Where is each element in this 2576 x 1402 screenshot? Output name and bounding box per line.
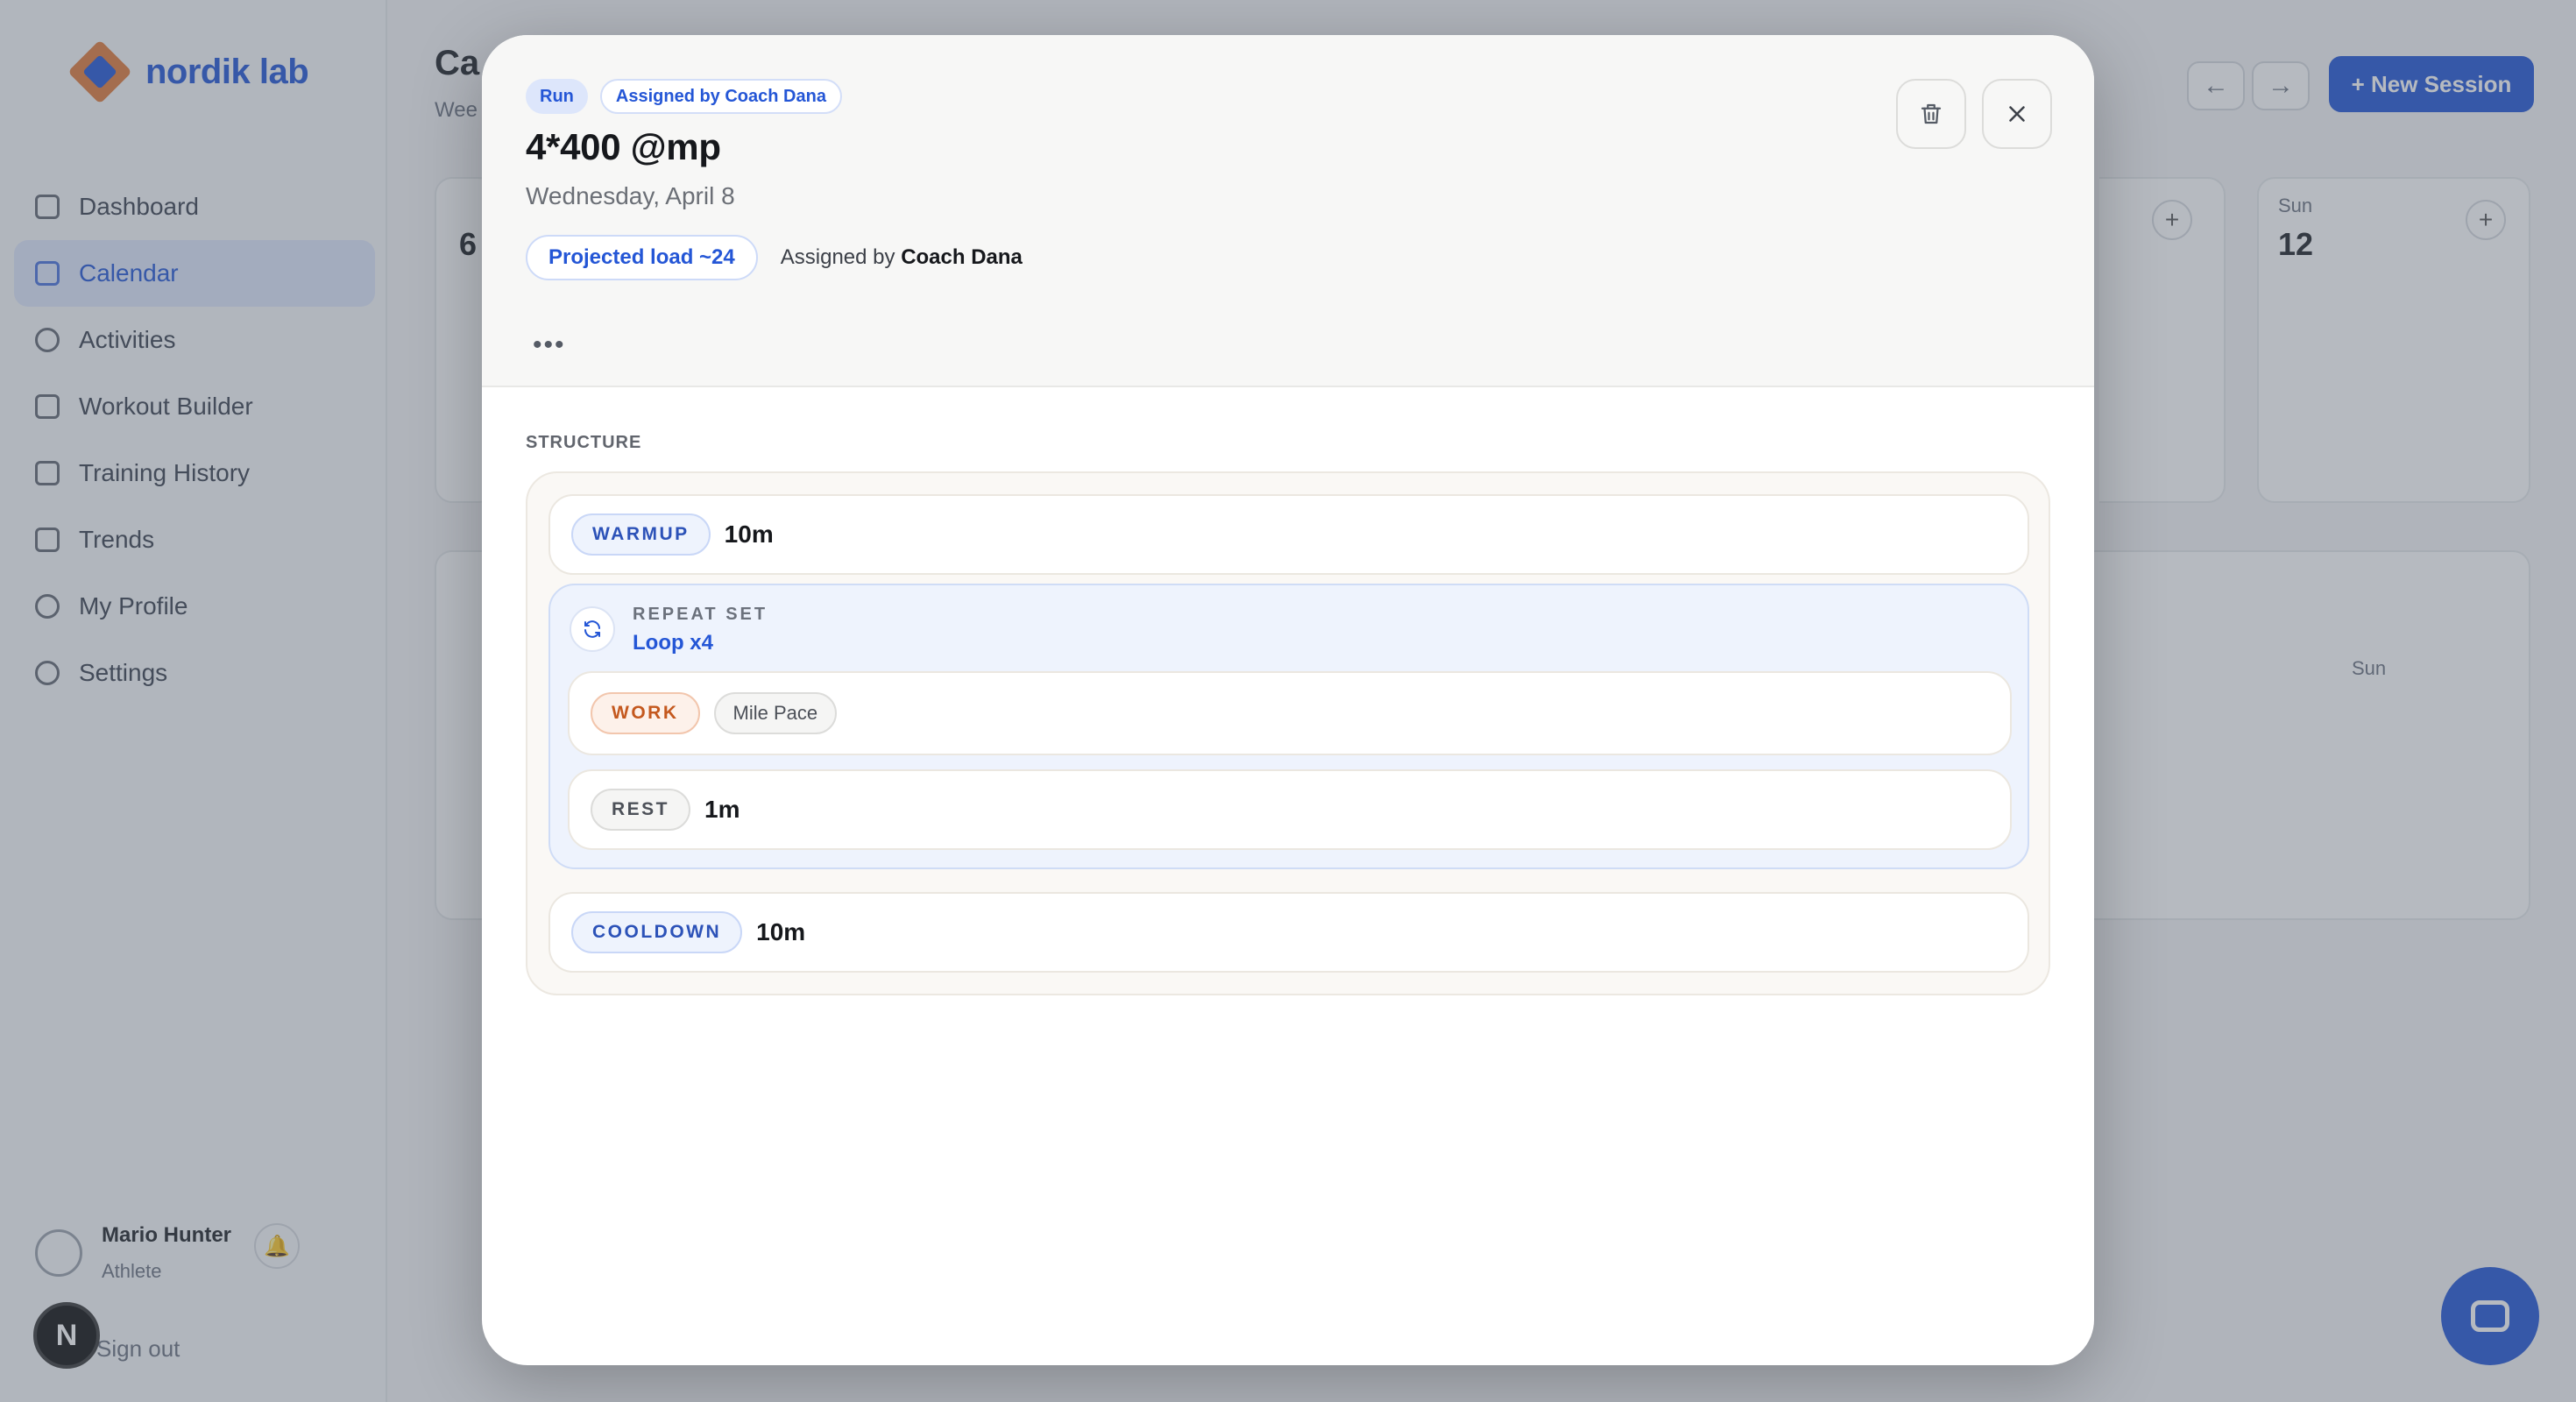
close-button[interactable] [1982,79,2052,149]
workout-structure: WARMUP 10m REPEAT SET Loop x4 WORK Mile … [526,471,2050,995]
assigned-tag: Assigned by Coach Dana [599,79,842,114]
repeat-count: Loop x4 [633,631,714,655]
warmup-duration: 10m [724,520,774,548]
repeat-set-label: REPEAT SET [633,605,768,624]
session-tags: Run Assigned by Coach Dana [526,79,842,114]
cooldown-step[interactable]: COOLDOWN 10m [548,892,2029,973]
projected-load-pill: Projected load ~24 [526,235,758,280]
more-options-button[interactable]: ••• [533,332,566,358]
close-icon [2009,106,2025,122]
warmup-tag: WARMUP [571,513,711,556]
work-tag: WORK [591,692,700,734]
delete-button[interactable] [1896,79,1966,149]
structure-heading: STRUCTURE [526,433,642,452]
cooldown-duration: 10m [756,918,806,945]
repeat-icon [570,606,615,652]
repeat-set[interactable]: REPEAT SET Loop x4 WORK Mile Pace REST 1… [548,584,2029,869]
rest-duration: 1m [704,796,740,823]
pace-chip: Mile Pace [713,692,838,734]
trash-icon [1921,103,1942,124]
rest-tag: REST [591,789,691,831]
modal-header: Run Assigned by Coach Dana 4*400 @mp Wed… [482,35,2094,387]
assigned-coach: Coach Dana [901,245,1023,269]
session-meta: Projected load ~24 Assigned by Coach Dan… [526,235,1023,280]
work-step[interactable]: WORK Mile Pace [568,671,2012,755]
sport-tag: Run [526,79,588,114]
warmup-step[interactable]: WARMUP 10m [548,494,2029,575]
assigned-by-text: Assigned by Coach Dana [781,245,1023,270]
session-date: Wednesday, April 8 [526,182,735,209]
rest-step[interactable]: REST 1m [568,769,2012,850]
cooldown-tag: COOLDOWN [571,911,743,953]
assigned-prefix: Assigned by [780,245,895,269]
session-title: 4*400 @mp [526,126,721,167]
session-modal: Run Assigned by Coach Dana 4*400 @mp Wed… [482,35,2094,1365]
